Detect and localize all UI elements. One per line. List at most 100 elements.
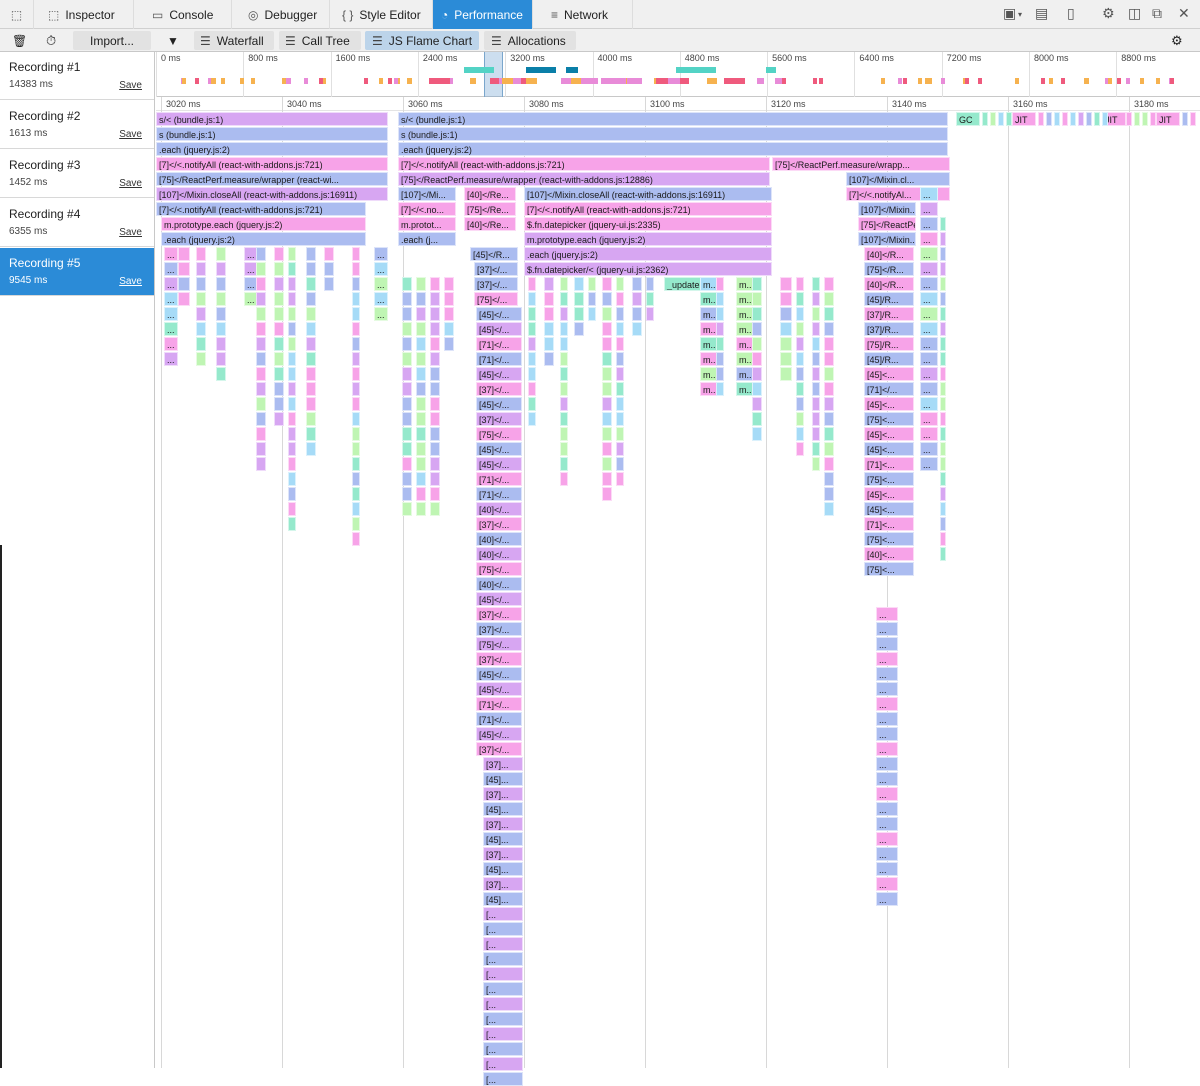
flame-frame[interactable] — [416, 412, 426, 426]
flame-frame[interactable]: ... — [920, 202, 938, 216]
flame-frame[interactable] — [560, 382, 568, 396]
flame-frame[interactable] — [306, 292, 316, 306]
flame-frame[interactable]: [... — [483, 1072, 523, 1086]
flame-frame[interactable]: ... — [876, 847, 898, 861]
flame-frame[interactable]: [37]</... — [476, 742, 522, 756]
flame-frame[interactable] — [560, 457, 568, 471]
flame-frame[interactable] — [616, 307, 624, 321]
flame-frame[interactable] — [940, 442, 946, 456]
flame-frame[interactable] — [544, 337, 554, 351]
waterfall-view-button[interactable]: ☰ Waterfall — [194, 31, 274, 50]
flame-frame[interactable]: [45]</... — [476, 367, 522, 381]
flame-frame[interactable] — [824, 322, 834, 336]
flame-frame[interactable] — [306, 322, 316, 336]
flame-frame[interactable]: s (bundle.js:1) — [156, 127, 388, 141]
flame-frame[interactable]: ... — [920, 352, 938, 366]
flame-frame[interactable]: JIT — [1156, 112, 1180, 126]
flame-frame[interactable] — [416, 502, 426, 516]
flame-frame[interactable]: [75]</R... — [864, 262, 914, 276]
undock-window-icon[interactable]: ⧉ — [1152, 5, 1162, 22]
flame-frame[interactable] — [752, 427, 762, 441]
flame-frame[interactable] — [352, 352, 360, 366]
flame-frame[interactable] — [528, 367, 536, 381]
flame-frame[interactable] — [430, 337, 440, 351]
flame-frame[interactable] — [588, 277, 596, 291]
flame-frame[interactable] — [324, 247, 334, 261]
flame-frame[interactable] — [256, 397, 266, 411]
flame-frame[interactable] — [430, 427, 440, 441]
flame-frame[interactable] — [196, 307, 206, 321]
flame-frame[interactable] — [196, 262, 206, 276]
flame-frame[interactable]: ... — [920, 322, 938, 336]
flame-frame[interactable] — [444, 292, 454, 306]
flame-frame[interactable] — [780, 277, 792, 291]
flame-frame[interactable] — [288, 517, 296, 531]
flame-frame[interactable]: ... — [876, 787, 898, 801]
flame-frame[interactable] — [602, 277, 612, 291]
flame-frame[interactable]: [7]</<.notifyAll (react-with-addons.js:7… — [398, 157, 770, 171]
flame-frame[interactable] — [256, 382, 266, 396]
flame-frame[interactable] — [274, 382, 284, 396]
flame-frame[interactable] — [256, 442, 266, 456]
flame-frame[interactable]: [40]</R... — [864, 277, 914, 291]
flame-frame[interactable]: ... — [164, 307, 178, 321]
flame-frame[interactable] — [274, 397, 284, 411]
flame-frame[interactable] — [752, 382, 762, 396]
flame-frame[interactable] — [256, 292, 266, 306]
flame-frame[interactable] — [1182, 112, 1188, 126]
flame-frame[interactable] — [602, 367, 612, 381]
flame-frame[interactable] — [352, 472, 360, 486]
flame-frame[interactable] — [352, 292, 360, 306]
recording-item-selected[interactable]: Recording #5 9545 ms Save — [0, 248, 154, 296]
flame-frame[interactable]: ... — [876, 892, 898, 906]
flame-frame[interactable] — [560, 352, 568, 366]
flame-frame[interactable] — [416, 337, 426, 351]
flame-frame[interactable] — [602, 412, 612, 426]
flame-frame[interactable]: ... — [920, 397, 938, 411]
flame-frame[interactable]: [7]</<.notifyAll (react-with-addons.js:7… — [156, 157, 388, 171]
flame-frame[interactable] — [196, 337, 206, 351]
flame-frame[interactable]: ... — [876, 682, 898, 696]
flame-frame[interactable]: ... — [920, 247, 938, 261]
flame-frame[interactable]: [37]</... — [476, 607, 522, 621]
flame-frame[interactable]: [7]</<.notifyAll (react-with-addons.js:7… — [156, 202, 366, 216]
save-recording-link[interactable]: Save — [119, 227, 142, 238]
tab-performance[interactable]: ◔ Performance — [433, 0, 533, 29]
flame-frame[interactable] — [288, 367, 296, 381]
flame-frame[interactable] — [940, 472, 946, 486]
tab-console[interactable]: ▭ Console — [134, 0, 232, 29]
flame-frame[interactable] — [216, 262, 226, 276]
flame-frame[interactable]: ... — [920, 337, 938, 351]
flame-frame[interactable] — [430, 292, 440, 306]
flame-frame[interactable] — [352, 247, 360, 261]
flame-frame[interactable] — [216, 307, 226, 321]
flame-frame[interactable] — [560, 292, 568, 306]
flame-frame[interactable]: [75]</ReactPerf.measure/wrapp... — [772, 157, 950, 171]
flame-frame[interactable] — [288, 322, 296, 336]
flame-frame[interactable] — [352, 382, 360, 396]
chevron-down-icon[interactable]: ▾ — [1018, 10, 1022, 19]
flame-frame[interactable] — [812, 292, 820, 306]
flame-frame[interactable]: s/< (bundle.js:1) — [156, 112, 388, 126]
flame-frame[interactable] — [352, 457, 360, 471]
flame-frame[interactable] — [544, 352, 554, 366]
flame-frame[interactable] — [288, 472, 296, 486]
flame-frame[interactable]: [107]</Mi... — [398, 187, 456, 201]
flame-frame[interactable] — [402, 277, 412, 291]
flame-frame[interactable] — [632, 277, 642, 291]
flame-frame[interactable]: ... — [876, 712, 898, 726]
flame-frame[interactable] — [940, 322, 946, 336]
flame-frame[interactable] — [824, 307, 834, 321]
flame-frame[interactable] — [402, 292, 412, 306]
flame-frame[interactable] — [1102, 112, 1108, 126]
flame-frame[interactable]: [71]</... — [476, 697, 522, 711]
flame-frame[interactable] — [402, 352, 412, 366]
close-icon[interactable]: ✕ — [1178, 5, 1190, 22]
flame-frame[interactable] — [560, 367, 568, 381]
tab-style-editor[interactable]: { } Style Editor — [330, 0, 433, 29]
flame-frame[interactable]: [7]</<.no... — [398, 202, 456, 216]
flame-frame[interactable]: [40]</Re... — [464, 187, 516, 201]
flame-frame[interactable] — [288, 442, 296, 456]
flame-frame[interactable] — [812, 442, 820, 456]
flame-frame[interactable] — [796, 397, 804, 411]
